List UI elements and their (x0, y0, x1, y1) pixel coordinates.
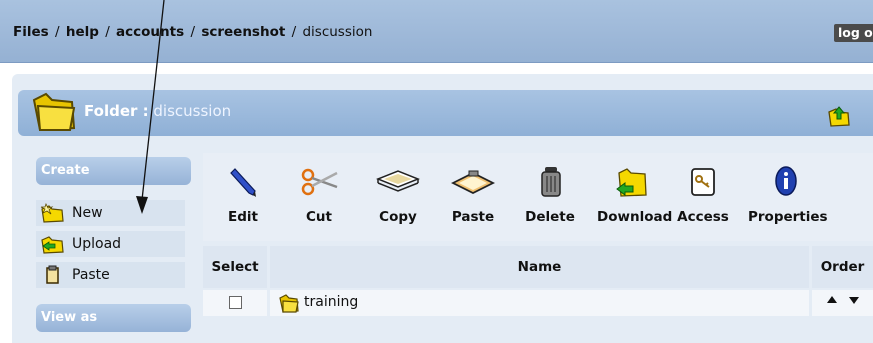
delete-button[interactable]: Delete (524, 153, 576, 241)
access-button[interactable]: Access (675, 153, 731, 241)
breadcrumb-screenshot[interactable]: screenshot (201, 24, 285, 40)
trash-icon (541, 167, 561, 197)
logout-button[interactable]: log out (834, 24, 873, 42)
create-new-button[interactable]: New (36, 200, 185, 226)
key-icon (691, 168, 715, 196)
top-bar: Files / help / accounts / screenshot / d… (0, 0, 873, 63)
toolbar: Edit Cut Copy Paste Delete Download Acce… (203, 153, 873, 241)
breadcrumb-accounts[interactable]: accounts (116, 24, 184, 40)
upload-icon (41, 236, 64, 254)
properties-label: Properties (748, 209, 828, 225)
download-icon (616, 168, 647, 197)
copy-button[interactable]: Copy (372, 153, 424, 241)
column-select: Select (203, 246, 267, 288)
copy-icon (376, 170, 420, 192)
breadcrumb-separator: / (105, 24, 110, 40)
folder-title-name: discussion (153, 102, 232, 120)
scissors-icon (301, 168, 338, 196)
row-name-link[interactable]: training (304, 294, 358, 310)
row-select-checkbox[interactable] (229, 296, 242, 309)
breadcrumb-separator: / (54, 24, 60, 40)
breadcrumb-files[interactable]: Files (13, 24, 49, 40)
table-row-order-cell (812, 290, 873, 316)
view-as-heading: View as (36, 304, 191, 332)
delete-label: Delete (525, 209, 575, 225)
paste-button[interactable]: Paste (447, 153, 499, 241)
cut-label: Cut (306, 209, 332, 225)
clipboard-icon (46, 265, 59, 284)
download-label: Download (597, 209, 673, 225)
create-new-label: New (72, 205, 103, 221)
create-upload-label: Upload (72, 236, 122, 252)
copy-label: Copy (379, 209, 417, 225)
create-paste-label: Paste (72, 267, 110, 283)
new-folder-icon (40, 203, 64, 223)
download-button[interactable]: Download (597, 153, 673, 241)
properties-button[interactable]: Properties (748, 153, 828, 241)
edit-label: Edit (228, 209, 258, 225)
folder-icon (279, 294, 299, 313)
breadcrumb-separator: / (190, 24, 196, 40)
edit-button[interactable]: Edit (219, 153, 267, 241)
create-paste-button[interactable]: Paste (36, 262, 185, 288)
create-upload-button[interactable]: Upload (36, 231, 185, 257)
column-order: Order (812, 246, 873, 288)
paste-label: Paste (451, 209, 495, 225)
pencil-icon (230, 168, 256, 197)
move-down-arrow-icon[interactable] (849, 297, 859, 304)
breadcrumb-separator: / (291, 24, 297, 40)
create-heading: Create (36, 157, 191, 185)
folder-title-prefix: Folder : (84, 102, 149, 120)
breadcrumb-help[interactable]: help (66, 24, 99, 40)
breadcrumb: Files / help / accounts / screenshot / d… (13, 24, 372, 40)
paste-icon (451, 170, 495, 195)
column-name[interactable]: Name (270, 246, 809, 288)
folder-icon (32, 92, 76, 132)
cut-button[interactable]: Cut (293, 153, 345, 241)
folder-up-icon[interactable] (827, 104, 851, 128)
breadcrumb-current: discussion (302, 24, 373, 40)
info-icon (775, 166, 797, 196)
move-up-arrow-icon[interactable] (827, 296, 837, 303)
access-label: Access (677, 209, 729, 225)
folder-title: Folder : discussion (84, 102, 231, 120)
